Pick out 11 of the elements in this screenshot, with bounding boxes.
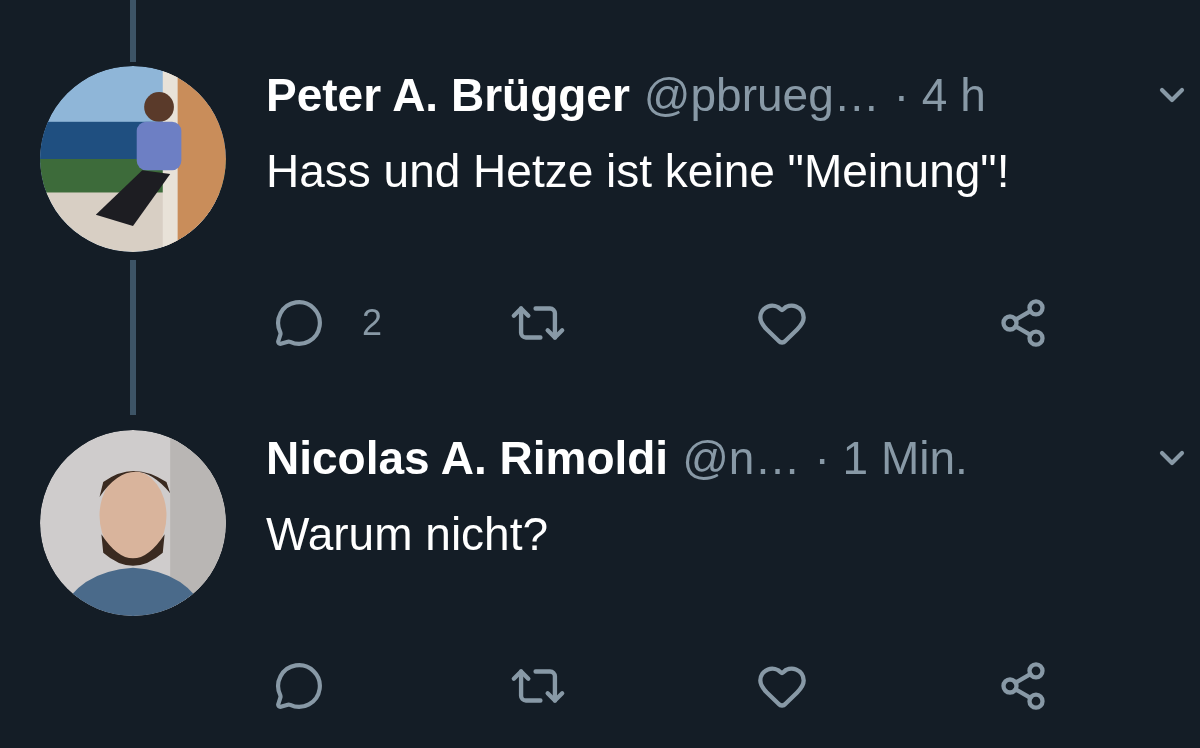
reply-icon[interactable] — [274, 298, 324, 348]
tweet-text: Hass und Hetze ist keine "Meinung"! — [266, 144, 1011, 198]
reply-count: 2 — [362, 301, 383, 345]
author-name: Nicolas A. Rimoldi — [266, 431, 669, 485]
reply-icon[interactable] — [274, 661, 324, 711]
author-handle: @n… — [682, 431, 801, 485]
tweet-time: · 1 Min. — [814, 431, 968, 485]
tweet-text: Warum nicht? — [266, 507, 550, 561]
tweet-time: · 4 h — [893, 68, 986, 122]
author-name: Peter A. Brügger — [266, 68, 630, 122]
author-handle: @pbrueg… — [643, 68, 880, 122]
